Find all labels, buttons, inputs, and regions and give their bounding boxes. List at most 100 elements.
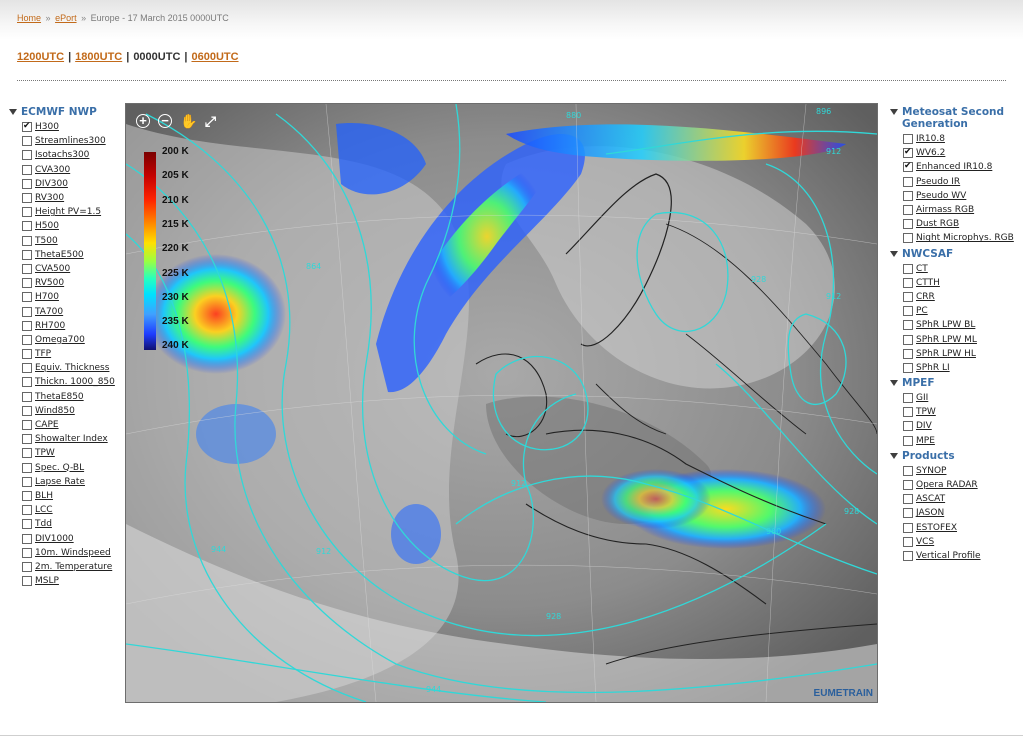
breadcrumb-eport-link[interactable]: ePort (55, 13, 77, 23)
layer-sphr-lpw-hl[interactable]: SPhR LPW HL (890, 347, 1020, 361)
group-header-nwcsaf[interactable]: NWCSAF (890, 248, 1020, 260)
layer-rv500[interactable]: RV500 (9, 276, 124, 290)
layer-checkbox[interactable] (22, 178, 32, 189)
layer-label[interactable]: Equiv. Thickness (35, 363, 109, 373)
layer-2m-temperature[interactable]: 2m. Temperature (9, 560, 124, 574)
time-link-1200utc[interactable]: 1200UTC (17, 51, 64, 63)
zoom-in-icon[interactable]: + (136, 114, 150, 128)
layer-checkbox[interactable] (903, 146, 913, 159)
layer-checkbox[interactable] (22, 576, 32, 587)
layer-sphr-li[interactable]: SPhR LI (890, 361, 1020, 375)
layer-checkbox[interactable] (903, 393, 913, 404)
layer-checkbox[interactable] (903, 160, 913, 173)
layer-checkbox[interactable] (903, 134, 913, 145)
satellite-map-viewer[interactable]: 896 880 864 912 928 944 912 912 928 944 912 928 960 … (125, 103, 878, 703)
layer-checkbox[interactable] (903, 205, 913, 216)
time-link-0600utc[interactable]: 0600UTC (191, 51, 238, 63)
layer-label[interactable]: DIV1000 (35, 534, 74, 544)
layer-tdd[interactable]: Tdd (9, 517, 124, 531)
layer-checkbox[interactable] (903, 176, 913, 187)
layer-label[interactable]: SYNOP (916, 466, 946, 476)
layer-lcc[interactable]: LCC (9, 503, 124, 517)
layer-label[interactable]: H700 (35, 292, 59, 302)
layer-label[interactable]: MPE (916, 436, 935, 446)
layer-checkbox[interactable] (22, 136, 32, 147)
layer-ctth[interactable]: CTTH (890, 276, 1020, 290)
layer-label[interactable]: IR10.8 (916, 134, 945, 144)
layer-cva500[interactable]: CVA500 (9, 262, 124, 276)
layer-label[interactable]: Vertical Profile (916, 551, 981, 561)
layer-label[interactable]: CVA300 (35, 165, 70, 175)
layer-checkbox[interactable] (903, 320, 913, 331)
layer-label[interactable]: Thickn. 1000_850 (35, 377, 115, 387)
layer-thetae500[interactable]: ThetaE500 (9, 248, 124, 262)
time-link-1800utc[interactable]: 1800UTC (75, 51, 122, 63)
layer-label[interactable]: ASCAT (916, 494, 945, 504)
layer-label[interactable]: Height PV=1.5 (35, 207, 101, 217)
layer-cva300[interactable]: CVA300 (9, 163, 124, 177)
layer-label[interactable]: Pseudo WV (916, 191, 966, 201)
layer-dust-rgb[interactable]: Dust RGB (890, 217, 1020, 231)
layer-rv300[interactable]: RV300 (9, 191, 124, 205)
layer-synop[interactable]: SYNOP (890, 464, 1020, 478)
layer-label[interactable]: Tdd (35, 519, 52, 529)
layer-sphr-lpw-ml[interactable]: SPhR LPW ML (890, 332, 1020, 346)
layer-checkbox[interactable] (22, 263, 32, 274)
group-header-meteosat-second-generation[interactable]: Meteosat Second Generation (890, 106, 1020, 130)
layer-label[interactable]: BLH (35, 491, 53, 501)
layer-omega700[interactable]: Omega700 (9, 333, 124, 347)
layer-label[interactable]: SPhR LI (916, 363, 950, 373)
layer-h700[interactable]: H700 (9, 290, 124, 304)
layer-checkbox[interactable] (22, 519, 32, 530)
layer-t500[interactable]: T500 (9, 234, 124, 248)
group-header-products[interactable]: Products (890, 450, 1020, 462)
layer-label[interactable]: Streamlines300 (35, 136, 106, 146)
layer-checkbox[interactable] (903, 348, 913, 359)
layer-label[interactable]: DIV (916, 421, 932, 431)
layer-checkbox[interactable] (22, 193, 32, 204)
layer-checkbox[interactable] (903, 494, 913, 505)
layer-equiv-thickness[interactable]: Equiv. Thickness (9, 361, 124, 375)
layer-showalter-index[interactable]: Showalter Index (9, 432, 124, 446)
layer-spec-q-bl[interactable]: Spec. Q-BL (9, 461, 124, 475)
layer-label[interactable]: Wind850 (35, 406, 75, 416)
layer-h500[interactable]: H500 (9, 219, 124, 233)
layer-tfp[interactable]: TFP (9, 347, 124, 361)
layer-checkbox[interactable] (22, 164, 32, 175)
layer-label[interactable]: H500 (35, 221, 59, 231)
layer-height-pv-1-5[interactable]: Height PV=1.5 (9, 205, 124, 219)
layer-10m-windspeed[interactable]: 10m. Windspeed (9, 546, 124, 560)
layer-label[interactable]: Lapse Rate (35, 477, 85, 487)
layer-label[interactable]: T500 (35, 236, 58, 246)
layer-ta700[interactable]: TA700 (9, 304, 124, 318)
breadcrumb-home-link[interactable]: Home (17, 13, 41, 23)
layer-label[interactable]: Night Microphys. RGB (916, 233, 1014, 243)
layer-jason[interactable]: JASON (890, 506, 1020, 520)
ecmwf-nwp-header[interactable]: ECMWF NWP (9, 106, 124, 118)
layer-label[interactable]: RV500 (35, 278, 64, 288)
layer-div1000[interactable]: DIV1000 (9, 531, 124, 545)
fullscreen-icon[interactable]: ⤢ (203, 114, 218, 129)
layer-label[interactable]: Enhanced IR10.8 (916, 162, 992, 172)
layer-checkbox[interactable] (22, 120, 32, 133)
layer-label[interactable]: RH700 (35, 321, 65, 331)
layer-crr[interactable]: CRR (890, 290, 1020, 304)
layer-checkbox[interactable] (22, 462, 32, 473)
layer-tpw[interactable]: TPW (890, 405, 1020, 419)
layer-label[interactable]: Omega700 (35, 335, 85, 345)
layer-checkbox[interactable] (22, 476, 32, 487)
layer-label[interactable]: Pseudo IR (916, 177, 960, 187)
layer-checkbox[interactable] (22, 547, 32, 558)
layer-lapse-rate[interactable]: Lapse Rate (9, 475, 124, 489)
layer-label[interactable]: Isotachs300 (35, 150, 89, 160)
layer-div300[interactable]: DIV300 (9, 177, 124, 191)
layer-label[interactable]: TPW (35, 448, 55, 458)
layer-label[interactable]: Showalter Index (35, 434, 108, 444)
layer-checkbox[interactable] (22, 434, 32, 445)
layer-checkbox[interactable] (22, 207, 32, 218)
group-header-mpef[interactable]: MPEF (890, 377, 1020, 389)
layer-label[interactable]: RV300 (35, 193, 64, 203)
layer-div[interactable]: DIV (890, 419, 1020, 433)
layer-label[interactable]: CAPE (35, 420, 59, 430)
layer-label[interactable]: VCS (916, 537, 934, 547)
